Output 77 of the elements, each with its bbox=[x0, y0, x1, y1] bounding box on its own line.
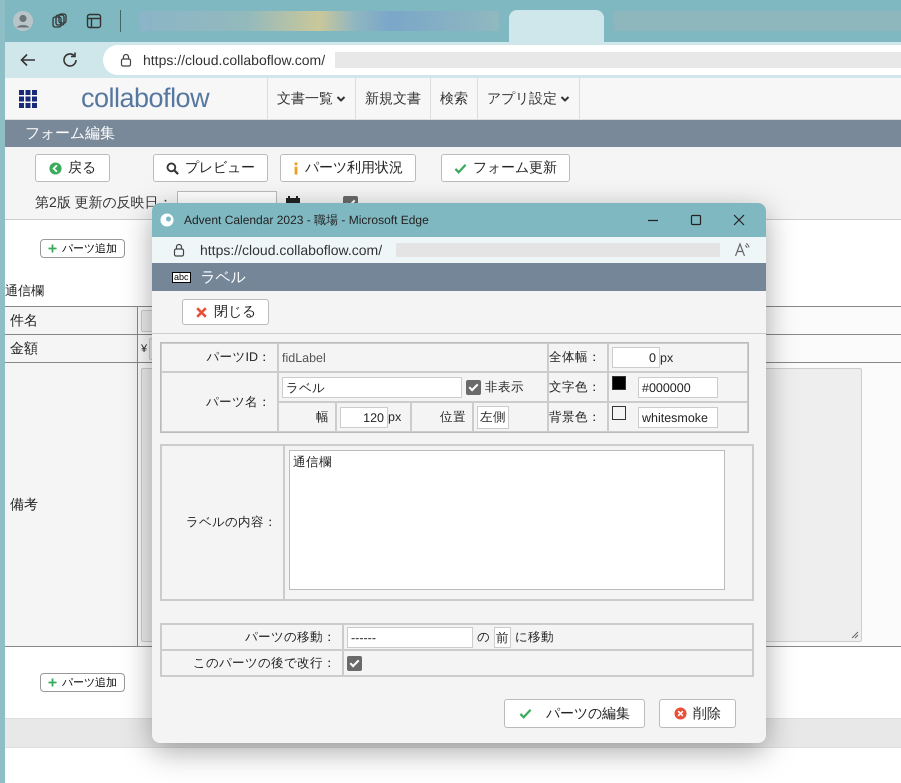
back-icon[interactable] bbox=[19, 51, 37, 69]
toolbar-button[interactable]: 戻る bbox=[35, 154, 110, 182]
chevron-down-icon bbox=[560, 94, 570, 104]
workspaces-icon[interactable] bbox=[52, 13, 68, 29]
url-text: https://cloud.collaboflow.com/ bbox=[143, 52, 326, 68]
info-icon bbox=[293, 162, 299, 174]
input-field[interactable]: ラベル bbox=[282, 376, 462, 398]
checkbox[interactable] bbox=[347, 656, 362, 670]
toolbar-button[interactable]: パーツ利用状況 bbox=[280, 154, 416, 182]
nav-item[interactable]: 検索 bbox=[431, 78, 478, 119]
edit-button[interactable]: パーツの編集 bbox=[504, 699, 645, 728]
search-icon bbox=[166, 162, 179, 174]
parts-id: fidLabel bbox=[282, 350, 326, 364]
input-field[interactable]: whitesmoke bbox=[638, 406, 718, 428]
lock-icon bbox=[172, 243, 186, 257]
plus-icon bbox=[48, 244, 57, 252]
close-icon bbox=[195, 306, 208, 318]
checkbox-label: 非表示 bbox=[485, 378, 524, 396]
plus-icon bbox=[48, 678, 57, 687]
delete-button[interactable]: 削除 bbox=[659, 699, 736, 728]
field-label: 件名 bbox=[10, 312, 38, 330]
connector-text: に移動 bbox=[515, 628, 554, 646]
refresh-icon[interactable] bbox=[61, 51, 79, 69]
position-select[interactable]: 左側 bbox=[477, 406, 509, 428]
position-select[interactable]: 前 bbox=[494, 626, 511, 648]
window-title: Advent Calendar 2023 - 職場 - Microsoft Edge bbox=[184, 212, 430, 228]
tab-actions-icon[interactable] bbox=[86, 13, 102, 29]
toolbar-button[interactable]: プレビュー bbox=[153, 154, 268, 182]
field-label: 金額 bbox=[10, 340, 38, 358]
unit-label: px bbox=[660, 350, 674, 364]
unit-label: px bbox=[388, 410, 402, 424]
connector-text: の bbox=[477, 628, 490, 646]
input-field[interactable]: 120 bbox=[340, 406, 388, 428]
field-label: このパーツの後で改行： bbox=[193, 654, 336, 672]
field-label: 背景色： bbox=[549, 408, 601, 426]
input-field[interactable]: #000000 bbox=[638, 376, 718, 398]
close-icon[interactable] bbox=[733, 214, 745, 226]
address-bar[interactable]: https://cloud.collaboflow.com/ bbox=[103, 45, 901, 75]
label-type-icon: abc bbox=[172, 272, 191, 282]
delete-icon bbox=[674, 707, 687, 720]
field-label: 文字色： bbox=[549, 378, 601, 396]
check-icon bbox=[519, 707, 532, 720]
nav-item[interactable]: 新規文書 bbox=[356, 78, 431, 119]
section-label: 通信欄 bbox=[5, 282, 44, 300]
lock-icon bbox=[119, 53, 133, 67]
toolbar-button[interactable]: フォーム更新 bbox=[441, 154, 570, 182]
checkbox[interactable] bbox=[466, 380, 481, 394]
nav-item[interactable]: 文書一覧 bbox=[268, 78, 356, 119]
read-aloud-icon[interactable] bbox=[734, 242, 750, 258]
nav-item[interactable]: アプリ設定 bbox=[478, 78, 580, 119]
field-label: パーツ名： bbox=[206, 394, 271, 410]
color-swatch[interactable] bbox=[612, 406, 626, 420]
profile-icon[interactable] bbox=[12, 10, 34, 32]
resize-grip-icon[interactable] bbox=[851, 630, 859, 638]
maximize-icon[interactable] bbox=[690, 214, 702, 226]
app-grid-icon[interactable] bbox=[19, 90, 37, 108]
input-field[interactable]: 0 bbox=[612, 347, 660, 368]
close-button[interactable]: 閉じる bbox=[182, 299, 269, 325]
field-label: 備考 bbox=[10, 496, 38, 514]
field-label: パーツの移動： bbox=[245, 628, 336, 646]
input-field[interactable]: ------ bbox=[347, 626, 473, 648]
edge-icon bbox=[160, 213, 174, 227]
text-area[interactable]: 通信欄 bbox=[289, 450, 725, 590]
field-label: 位置 bbox=[440, 408, 466, 426]
field-label: 幅 bbox=[316, 408, 329, 426]
url-text: https://cloud.collaboflow.com/ bbox=[200, 242, 382, 258]
page-title: フォーム編集 bbox=[25, 124, 115, 143]
check-icon bbox=[454, 162, 467, 174]
add-parts-button[interactable]: パーツ追加 bbox=[40, 238, 125, 258]
chevron-down-icon bbox=[336, 94, 346, 104]
add-parts-button[interactable]: パーツ追加 bbox=[40, 673, 125, 692]
field-label: パーツID： bbox=[206, 349, 271, 366]
field-label: 全体幅： bbox=[549, 349, 601, 366]
color-swatch[interactable] bbox=[612, 376, 626, 390]
dialog-title: ラベル bbox=[200, 268, 246, 286]
currency-symbol: ¥ bbox=[141, 342, 148, 354]
field-label: ラベルの内容： bbox=[186, 514, 277, 531]
